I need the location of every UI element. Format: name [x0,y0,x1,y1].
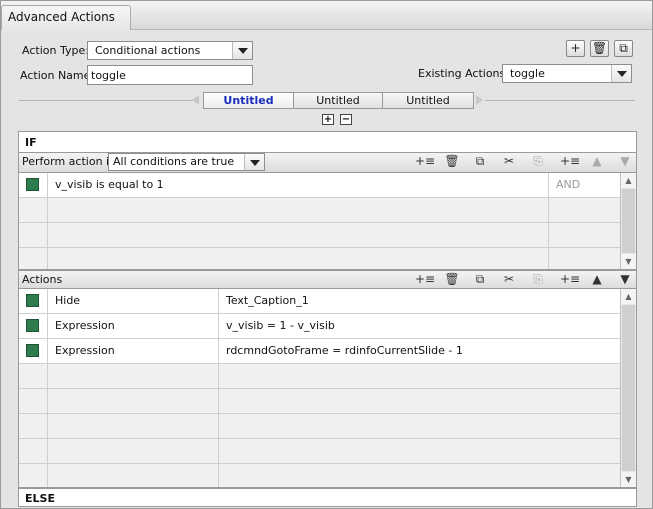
target-cell[interactable]: Text_Caption_1 [219,289,621,313]
move-up-icon[interactable]: ▲ [589,272,605,287]
add-decision-button[interactable]: + [322,114,334,125]
action-cell[interactable]: Hide [48,289,219,313]
actions-scrollbar[interactable]: ▲ ▼ [620,289,636,487]
tab-decision-3[interactable]: Untitled [382,92,474,109]
copy-icon[interactable]: ⧉ [472,272,488,287]
actions-grid: Hide Text_Caption_1 Expression v_visib =… [18,289,637,488]
add-action-button[interactable]: + [566,40,585,57]
scroll-up-icon[interactable]: ▲ [621,289,636,304]
action-type-value: Conditional actions [95,44,201,57]
row-checkbox[interactable] [26,178,39,191]
insert-row-icon[interactable]: +≡ [415,272,435,287]
move-down-icon[interactable]: ▼ [617,272,633,287]
existing-actions-label: Existing Actions: [418,67,509,80]
row-checkbox[interactable] [26,344,39,357]
table-row[interactable]: Expression rdcmndGotoFrame = rdinfoCurre… [19,339,621,364]
perform-condition-dropdown[interactable]: All conditions are true [108,153,265,171]
chevron-down-icon [232,42,252,59]
action-type-label: Action Type: [22,44,89,57]
existing-actions-value: toggle [510,67,545,80]
target-cell[interactable]: v_visib = 1 - v_visib [219,314,621,338]
condition-operator[interactable]: AND [549,173,621,197]
advanced-actions-window: Advanced Actions Action Type: Conditiona… [0,0,653,509]
insert-row-icon[interactable]: +≡ [415,154,435,169]
actions-toolbar: Actions +≡ 🗑 ⧉ ✂ ⎘ +≡ ▲ ▼ [18,270,637,289]
table-row[interactable] [19,414,621,439]
move-down-icon[interactable]: ▼ [617,154,633,169]
action-name-input[interactable]: toggle [87,65,253,85]
row-checkbox[interactable] [26,319,39,332]
trash-icon[interactable]: 🗑 [444,272,460,287]
scroll-thumb[interactable] [622,189,635,253]
conditions-scrollbar[interactable]: ▲ ▼ [620,173,636,269]
else-header: ELSE [18,488,637,507]
perform-condition-value: All conditions are true [113,155,235,168]
action-cell[interactable]: Expression [48,314,219,338]
scroll-down-icon[interactable]: ▼ [621,254,636,269]
action-cell[interactable]: Expression [48,339,219,363]
remove-decision-button[interactable]: − [340,114,352,125]
row-checkbox[interactable] [26,294,39,307]
tab-decision-1[interactable]: Untitled [203,92,294,109]
action-name-label: Action Name: [20,69,95,82]
title-bar: Advanced Actions [1,1,652,30]
insert-after-icon[interactable]: +≡ [560,272,580,287]
table-row[interactable] [19,389,621,414]
duplicate-action-button[interactable]: ⧉ [614,40,633,57]
conditions-toolbar: Perform action if: All conditions are tr… [18,153,637,173]
table-row[interactable] [19,464,621,487]
table-row[interactable]: Expression v_visib = 1 - v_visib [19,314,621,339]
insert-after-icon[interactable]: +≡ [560,154,580,169]
table-row[interactable]: v_visib is equal to 1 AND [19,173,621,198]
window-title: Advanced Actions [1,5,131,30]
paste-icon[interactable]: ⎘ [530,154,546,169]
if-header: IF [18,131,637,153]
actions-header: Actions [22,273,63,286]
scroll-thumb[interactable] [622,305,635,471]
tab-divider-left [19,100,195,101]
action-type-dropdown[interactable]: Conditional actions [87,41,253,60]
condition-cell[interactable]: v_visib is equal to 1 [48,173,549,197]
table-row[interactable] [19,248,621,269]
conditions-grid: v_visib is equal to 1 AND ▲ ▼ [18,173,637,270]
cut-icon[interactable]: ✂ [501,272,517,287]
scroll-right-icon[interactable] [476,95,483,105]
move-up-icon[interactable]: ▲ [589,154,605,169]
perform-label: Perform action if: [22,155,117,168]
scroll-down-icon[interactable]: ▼ [621,472,636,487]
table-row[interactable]: Hide Text_Caption_1 [19,289,621,314]
tab-divider-right [485,100,635,101]
delete-action-button[interactable]: 🗑 [590,40,609,57]
copy-icon[interactable]: ⧉ [472,154,488,169]
table-row[interactable] [19,198,621,223]
table-row[interactable] [19,364,621,389]
trash-icon[interactable]: 🗑 [444,154,460,169]
chevron-down-icon [611,65,631,82]
target-cell[interactable]: rdcmndGotoFrame = rdinfoCurrentSlide - 1 [219,339,621,363]
row-checkbox-cell [19,173,48,197]
table-row[interactable] [19,223,621,248]
scroll-up-icon[interactable]: ▲ [621,173,636,188]
chevron-down-icon [244,154,264,170]
tab-decision-2[interactable]: Untitled [293,92,383,109]
paste-icon[interactable]: ⎘ [530,272,546,287]
scroll-left-icon[interactable] [192,95,199,105]
existing-actions-dropdown[interactable]: toggle [502,64,632,83]
table-row[interactable] [19,439,621,464]
cut-icon[interactable]: ✂ [501,154,517,169]
